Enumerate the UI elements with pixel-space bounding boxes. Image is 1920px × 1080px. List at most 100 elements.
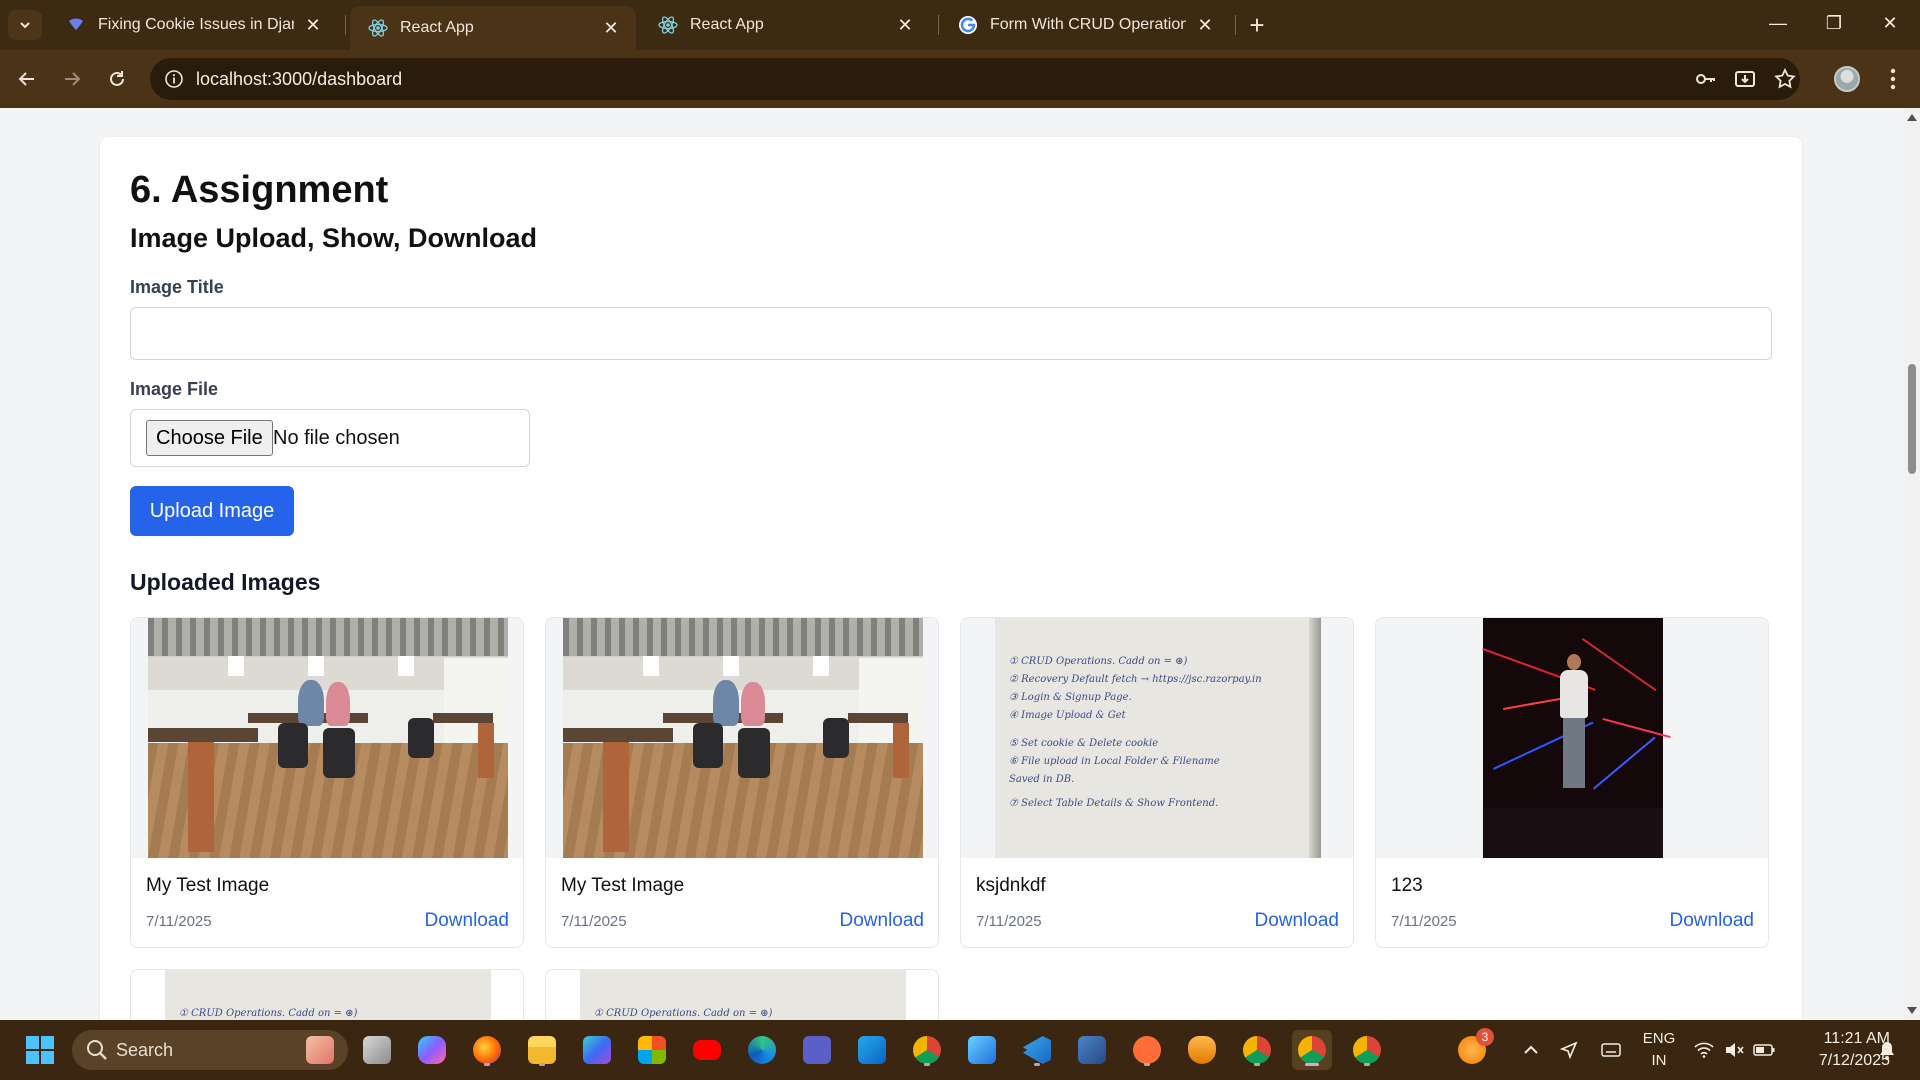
- site-info-icon[interactable]: [162, 67, 186, 91]
- forward-arrow-icon[interactable]: [55, 62, 89, 96]
- note-line: ⑤ Set cookie & Delete cookie: [1009, 738, 1159, 749]
- tab-react-app-active[interactable]: React App ✕: [350, 6, 636, 50]
- react-favicon-icon: [658, 16, 678, 34]
- microsoft-store-icon[interactable]: [632, 1030, 672, 1070]
- image-title: 123: [1391, 875, 1423, 896]
- notebook-photo: ① CRUD Operations. Cadd on = ⊛) ② Recove…: [995, 618, 1321, 858]
- download-link[interactable]: Download: [1670, 910, 1755, 932]
- file-explorer-icon[interactable]: [522, 1030, 562, 1070]
- close-icon[interactable]: ✕: [600, 17, 622, 39]
- address-bar[interactable]: localhost:3000/dashboard: [150, 58, 1800, 100]
- language-code: ENG: [1642, 1030, 1676, 1047]
- taskbar-search[interactable]: Search: [72, 1030, 348, 1070]
- page-title: 6. Assignment: [130, 169, 389, 211]
- page-scrollbar[interactable]: [1904, 108, 1920, 1020]
- image-title: My Test Image: [561, 875, 685, 896]
- keyboard-icon[interactable]: [1596, 1020, 1626, 1080]
- party-photo: [1482, 618, 1671, 858]
- tab-react-app[interactable]: React App ✕: [640, 0, 930, 50]
- search-highlight-icon: [306, 1036, 334, 1064]
- youtube-icon[interactable]: [687, 1030, 727, 1070]
- edge-icon[interactable]: [742, 1030, 782, 1070]
- image-thumbnail[interactable]: [131, 618, 523, 858]
- image-card: ① CRUD Operations. Cadd on = ⊛) ② Recove…: [960, 617, 1354, 948]
- volume-muted-icon[interactable]: [1720, 1020, 1748, 1080]
- office-photo: [148, 618, 508, 858]
- url-text: localhost:3000/dashboard: [196, 69, 403, 89]
- office-photo: [563, 618, 923, 858]
- tab-form-crud[interactable]: Form With CRUD Operations - G ✕: [940, 0, 1230, 50]
- chrome-dev-icon[interactable]: [907, 1030, 947, 1070]
- notebook-photo[interactable]: ① CRUD Operations. Cadd on = ⊛): [165, 970, 491, 1020]
- image-card: ① CRUD Operations. Cadd on = ⊛): [545, 969, 939, 1020]
- new-tab-plus-icon[interactable]: +: [1242, 10, 1272, 40]
- kebab-menu-icon[interactable]: [1876, 62, 1910, 96]
- install-app-icon[interactable]: [1732, 66, 1758, 92]
- note-line: ⑦ Select Table Details & Show Frontend.: [1009, 798, 1219, 809]
- image-thumbnail[interactable]: [546, 618, 938, 858]
- teams-icon[interactable]: [797, 1030, 837, 1070]
- vscode-icon[interactable]: [1017, 1030, 1057, 1070]
- restore-icon[interactable]: ❐: [1806, 0, 1862, 46]
- scroll-up-arrow-icon[interactable]: [1907, 114, 1917, 121]
- choose-file-button[interactable]: Choose File: [146, 420, 273, 456]
- location-icon[interactable]: [1554, 1020, 1584, 1080]
- chrome-active-icon[interactable]: [1292, 1030, 1332, 1070]
- close-icon[interactable]: ✕: [302, 14, 324, 36]
- notebook-photo[interactable]: ① CRUD Operations. Cadd on = ⊛): [580, 970, 906, 1020]
- no-file-text: No file chosen: [273, 427, 400, 449]
- close-icon[interactable]: ✕: [1194, 14, 1216, 36]
- tab-separator: [1235, 15, 1236, 35]
- upload-image-button[interactable]: Upload Image: [130, 486, 294, 536]
- windows-start-icon[interactable]: [20, 1030, 60, 1070]
- postman-icon[interactable]: [1127, 1030, 1167, 1070]
- tab-title: React App: [690, 16, 764, 33]
- chrome-profile-1-icon[interactable]: [1237, 1030, 1277, 1070]
- password-key-icon[interactable]: [1692, 66, 1718, 92]
- sql-tool-icon[interactable]: [1072, 1030, 1112, 1070]
- profile-avatar[interactable]: [1830, 62, 1864, 96]
- image-thumbnail[interactable]: [1376, 618, 1768, 858]
- brave-icon[interactable]: [1182, 1030, 1222, 1070]
- image-date: 7/11/2025: [561, 913, 627, 930]
- window-close-icon[interactable]: ✕: [1862, 0, 1918, 46]
- image-title-input[interactable]: [130, 307, 1772, 360]
- image-thumbnail[interactable]: ① CRUD Operations. Cadd on = ⊛) ② Recove…: [961, 618, 1353, 858]
- image-card: ① CRUD Operations. Cadd on = ⊛): [130, 969, 524, 1020]
- image-title: My Test Image: [146, 875, 270, 896]
- close-icon[interactable]: ✕: [894, 14, 916, 36]
- react-favicon-icon: [368, 19, 388, 37]
- download-link[interactable]: Download: [425, 910, 510, 932]
- chrome-profile-3-icon[interactable]: [1347, 1030, 1387, 1070]
- note-line: ② Recovery Default fetch → https://jsc.r…: [1009, 674, 1262, 685]
- task-view-icon[interactable]: [357, 1030, 397, 1070]
- uploaded-images-heading: Uploaded Images: [130, 569, 321, 595]
- tab-search-button[interactable]: [8, 10, 42, 40]
- notification-bell-icon[interactable]: [1872, 1020, 1902, 1080]
- firefox-icon[interactable]: [467, 1030, 507, 1070]
- scrollbar-thumb[interactable]: [1908, 364, 1916, 474]
- image-date: 7/11/2025: [146, 913, 212, 930]
- language-indicator[interactable]: ENG IN: [1640, 1028, 1678, 1072]
- download-link[interactable]: Download: [840, 910, 925, 932]
- minimize-icon[interactable]: —: [1750, 0, 1806, 46]
- battery-icon[interactable]: [1750, 1020, 1778, 1080]
- chevron-up-icon[interactable]: [1516, 1020, 1546, 1080]
- photos-icon[interactable]: [962, 1030, 1002, 1070]
- note-line: ① CRUD Operations. Cadd on = ⊛): [1009, 656, 1188, 667]
- back-arrow-icon[interactable]: [10, 62, 44, 96]
- download-link[interactable]: Download: [1255, 910, 1340, 932]
- scroll-down-arrow-icon[interactable]: [1907, 1007, 1917, 1014]
- microsoft-365-icon[interactable]: [577, 1030, 617, 1070]
- image-card: My Test Image 7/11/2025 Download: [130, 617, 524, 948]
- claude-favicon-icon: [69, 18, 83, 30]
- image-file-input[interactable]: Choose File No file chosen: [130, 409, 530, 467]
- notifications-app-icon[interactable]: 3: [1452, 1028, 1494, 1070]
- outlook-icon[interactable]: [852, 1030, 892, 1070]
- tab-fixing-cookie[interactable]: Fixing Cookie Issues in Django ✕: [48, 0, 338, 50]
- tab-title: Fixing Cookie Issues in Django: [98, 16, 294, 33]
- wifi-icon[interactable]: [1690, 1020, 1718, 1080]
- copilot-icon[interactable]: [412, 1030, 452, 1070]
- reload-icon[interactable]: [100, 62, 134, 96]
- bookmark-star-icon[interactable]: [1772, 66, 1798, 92]
